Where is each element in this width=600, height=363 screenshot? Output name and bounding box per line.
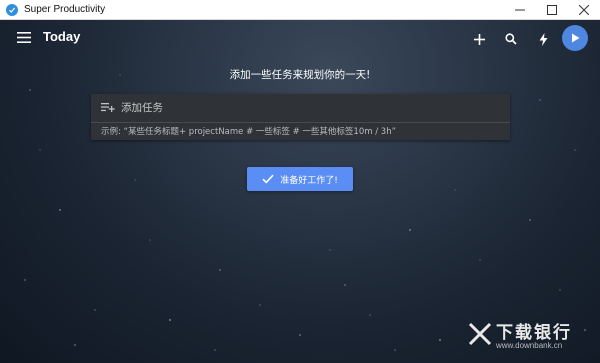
watermark-title: 下载银行 — [496, 323, 572, 343]
close-icon — [579, 5, 589, 15]
title-bar: Super Productivity — [0, 0, 600, 20]
add-task-panel: 示例: “某些任务标题+ projectName # 一些标签 # 一些其他标签… — [91, 94, 510, 140]
add-task-bar — [91, 94, 510, 123]
add-task-input[interactable] — [121, 98, 501, 118]
maximize-icon — [547, 5, 557, 15]
minimize-icon — [515, 9, 525, 11]
play-icon — [571, 33, 579, 43]
start-tracking-button[interactable] — [562, 25, 588, 51]
close-button[interactable] — [568, 0, 600, 20]
focus-mode-button[interactable] — [533, 29, 553, 49]
search-icon — [505, 33, 517, 45]
app-logo-icon — [6, 3, 18, 16]
search-button[interactable] — [501, 29, 521, 49]
top-toolbar: Today — [0, 20, 600, 58]
syntax-example-hint: 示例: “某些任务标题+ projectName # 一些标签 # 一些其他标签… — [101, 127, 396, 137]
check-icon — [262, 174, 274, 184]
empty-state-prompt: 添加一些任务来规划你的一天! — [229, 69, 371, 81]
watermark-text: 下载银行 www.downbank.cn — [496, 318, 572, 350]
window-controls — [504, 0, 600, 20]
maximize-button[interactable] — [536, 0, 568, 20]
plus-icon — [473, 33, 485, 45]
lightning-icon — [539, 32, 547, 46]
watermark: 下载银行 www.downbank.cn — [468, 318, 572, 350]
main-area: Today 添加一些任务来规划你的一天! 添加任务 示例: “某些任务标题+ p… — [0, 20, 600, 363]
watermark-logo-icon — [468, 322, 492, 346]
minimize-button[interactable] — [504, 0, 536, 20]
menu-icon[interactable] — [17, 32, 31, 43]
window-title: Super Productivity — [24, 4, 106, 15]
watermark-url: www.downbank.cn — [496, 341, 563, 350]
app-window: Super Productivity Today 添加一些任务来规划你的一天! … — [0, 0, 600, 363]
playlist-add-icon — [101, 103, 115, 112]
add-task-button[interactable] — [469, 29, 489, 49]
ready-button-label: 准备好工作了! — [280, 175, 338, 186]
ready-to-work-button[interactable]: 准备好工作了! — [247, 167, 353, 191]
page-title: Today — [43, 29, 81, 44]
